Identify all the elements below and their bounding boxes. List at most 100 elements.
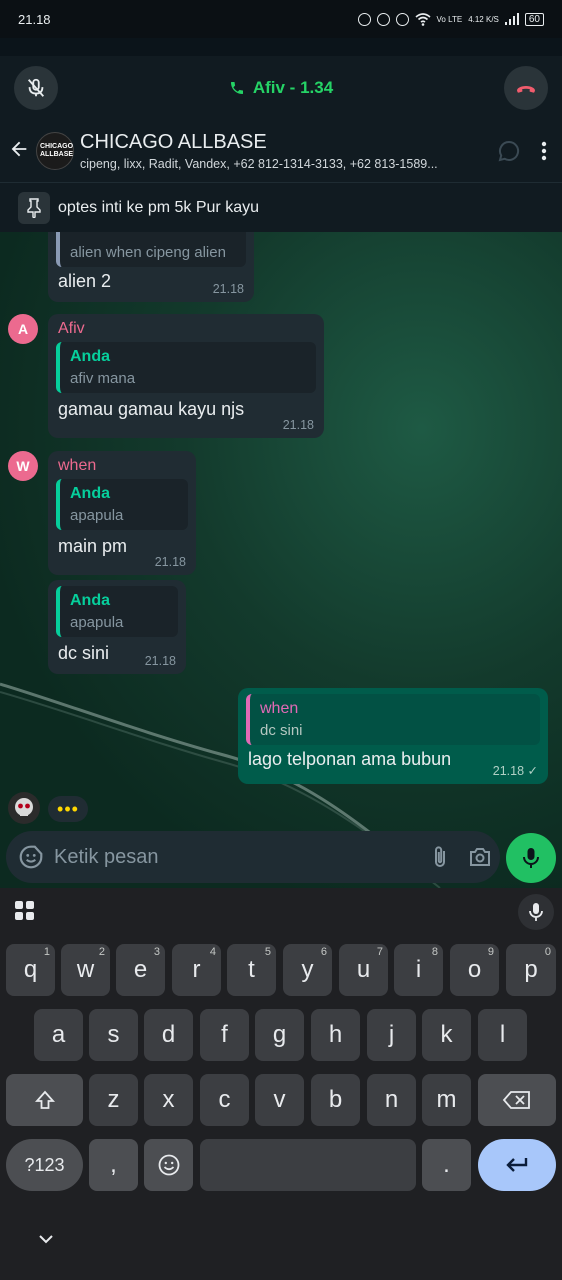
apps-grid-icon[interactable] (14, 900, 36, 922)
key-k[interactable]: k (422, 1009, 471, 1061)
keyboard-voice-button[interactable] (518, 894, 554, 930)
key-u[interactable]: u7 (339, 944, 388, 996)
typing-user-avatar[interactable] (8, 792, 40, 824)
status-bar: 21.18 Vo LTE 4.12 K/S 60 (0, 0, 562, 38)
chat-header: CHICAGO ALLBASE CHICAGO ALLBASE cipeng, … (0, 120, 562, 182)
symbols-key[interactable]: ?123 (6, 1139, 83, 1191)
key-label: p (524, 956, 538, 983)
key-j[interactable]: j (367, 1009, 416, 1061)
key-a[interactable]: a (34, 1009, 83, 1061)
key-x[interactable]: x (144, 1074, 193, 1126)
key-t[interactable]: t5 (227, 944, 276, 996)
sender-name[interactable]: Afiv (56, 320, 316, 338)
message-time: 21.18 (212, 282, 244, 296)
key-label: z (107, 1086, 120, 1113)
more-options-button[interactable] (526, 141, 562, 161)
group-info[interactable]: CHICAGO ALLBASE cipeng, lixx, Radit, Van… (80, 131, 492, 171)
network-type: Vo LTE (436, 14, 463, 24)
dnd-icon (357, 12, 371, 26)
key-b[interactable]: b (311, 1074, 360, 1126)
join-call-button[interactable] (492, 139, 526, 163)
status-icons: Vo LTE 4.12 K/S 60 (357, 12, 544, 26)
key-label: f (221, 1021, 228, 1048)
shift-key[interactable] (6, 1074, 83, 1126)
back-button[interactable] (0, 138, 36, 165)
emoji-key[interactable] (144, 1139, 193, 1191)
hide-keyboard-button[interactable] (36, 1232, 56, 1251)
key-h[interactable]: h (311, 1009, 360, 1061)
message-bubble[interactable]: alien when cipeng alien alien 2 21.18 (48, 232, 254, 302)
key-z[interactable]: z (89, 1074, 138, 1126)
key-r[interactable]: r4 (172, 944, 221, 996)
key-o[interactable]: o9 (450, 944, 499, 996)
kebab-menu-icon (541, 141, 547, 161)
quoted-message[interactable]: when dc sini (246, 694, 540, 745)
emoji-sticker-icon[interactable] (18, 844, 44, 870)
quoted-message[interactable]: Anda apapula (56, 586, 178, 637)
key-p[interactable]: p0 (506, 944, 556, 996)
quoted-message[interactable]: Anda apapula (56, 479, 188, 530)
quoted-message[interactable]: alien when cipeng alien (56, 232, 246, 267)
key-s[interactable]: s (89, 1009, 138, 1061)
outgoing-message-bubble[interactable]: when dc sini lago telponan ama bubun 21.… (238, 688, 548, 784)
group-avatar[interactable]: CHICAGO ALLBASE (36, 132, 74, 170)
end-call-button[interactable] (504, 66, 548, 110)
key-label: a (51, 1021, 66, 1048)
shift-icon (34, 1090, 55, 1109)
key-q[interactable]: q1 (6, 944, 55, 996)
key-e[interactable]: e3 (116, 944, 165, 996)
backspace-icon (502, 1091, 530, 1109)
battery-indicator: 60 (524, 12, 544, 26)
camera-icon (470, 848, 490, 866)
ongoing-call-bar[interactable]: Afiv - 1.34 (0, 56, 562, 120)
skull-avatar-icon (15, 798, 33, 816)
period-key[interactable]: . (422, 1139, 471, 1191)
key-m[interactable]: m (422, 1074, 471, 1126)
key-label: ?123 (24, 1154, 65, 1175)
message-bubble[interactable]: Afiv Anda afiv mana gamau gamau kayu njs… (48, 314, 324, 438)
message-bubble[interactable]: Anda apapula dc sini 21.18 (48, 580, 186, 674)
voice-message-button[interactable] (506, 833, 556, 883)
phone-icon (230, 82, 243, 94)
message-input-pill[interactable] (6, 831, 500, 883)
key-f[interactable]: f (200, 1009, 249, 1061)
key-n[interactable]: n (367, 1074, 416, 1126)
wifi-icon (415, 12, 431, 26)
key-hint: 7 (376, 946, 383, 958)
enter-key[interactable] (478, 1139, 556, 1191)
call-title[interactable]: Afiv - 1.34 (229, 78, 333, 98)
key-g[interactable]: g (255, 1009, 304, 1061)
enter-icon (506, 1158, 528, 1172)
sender-name[interactable]: when (56, 457, 188, 475)
key-l[interactable]: l (478, 1009, 527, 1061)
key-label: , (110, 1151, 117, 1178)
attach-button[interactable] (420, 845, 460, 869)
key-label: c (218, 1086, 231, 1113)
sender-avatar[interactable]: A (8, 314, 38, 344)
key-d[interactable]: d (144, 1009, 193, 1061)
avatar-initial: W (16, 458, 30, 474)
key-label: o (467, 956, 482, 983)
quoted-text: afiv mana (70, 370, 136, 387)
key-i[interactable]: i8 (394, 944, 443, 996)
key-y[interactable]: y6 (283, 944, 332, 996)
message-time: 21.18 ✓ (492, 764, 538, 778)
key-w[interactable]: w2 (61, 944, 110, 996)
sender-avatar[interactable]: W (8, 451, 38, 481)
key-hint: 0 (544, 946, 551, 958)
quoted-message[interactable]: Anda afiv mana (56, 342, 316, 393)
space-key[interactable] (200, 1139, 416, 1191)
key-label: . (443, 1151, 450, 1178)
camera-button[interactable] (460, 846, 500, 868)
key-v[interactable]: v (255, 1074, 304, 1126)
message-input[interactable] (54, 845, 420, 869)
message-bubble[interactable]: when Anda apapula main pm 21.18 (48, 451, 196, 575)
key-c[interactable]: c (200, 1074, 249, 1126)
mute-button[interactable] (14, 66, 58, 110)
call-title-text: Afiv - 1.34 (252, 78, 334, 97)
pinned-message-bar[interactable]: optes inti ke pm 5k Pur kayu (0, 182, 562, 232)
key-label: b (328, 1086, 343, 1113)
backspace-key[interactable] (478, 1074, 556, 1126)
chat-area[interactable]: alien when cipeng alien alien 2 21.18 A … (0, 232, 562, 888)
comma-key[interactable]: , (89, 1139, 138, 1191)
